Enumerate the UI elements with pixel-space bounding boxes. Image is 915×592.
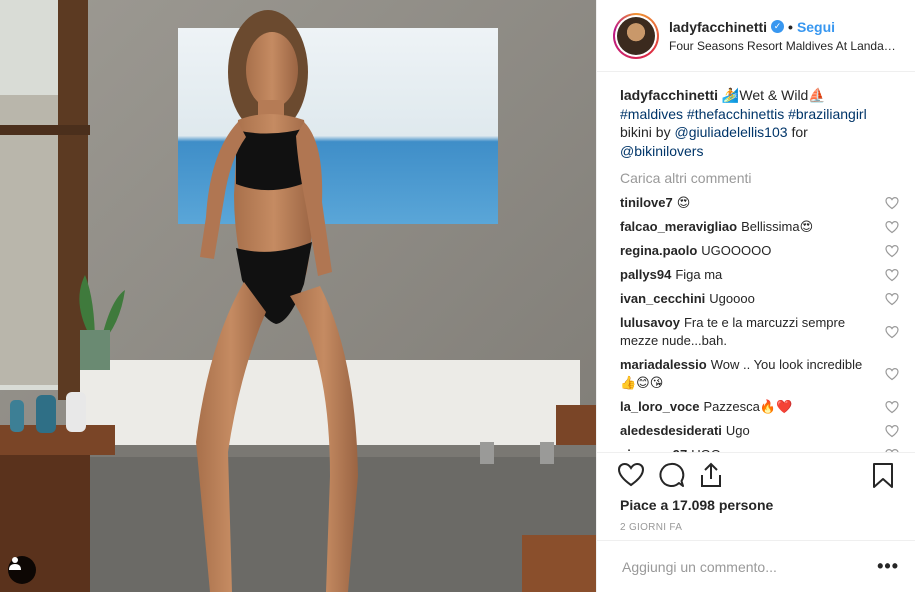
load-more-comments-button[interactable]: Carica altri commenti: [620, 170, 899, 186]
comment-item: lulusavoy Fra te e la marcuzzi sempre mez…: [620, 314, 899, 350]
comment-item: regina.paolo UGOOOOO: [620, 242, 899, 260]
author-username[interactable]: ladyfacchinetti: [669, 19, 767, 35]
instagram-post-modal: ladyfacchinetti ✓ • Segui Four Seasons R…: [0, 0, 915, 592]
verified-badge-icon: ✓: [771, 20, 785, 33]
caption-username[interactable]: ladyfacchinetti: [620, 87, 718, 103]
comment-item: pallys94 Figa ma: [620, 266, 899, 284]
comment-username[interactable]: ivan_cecchini: [620, 291, 705, 306]
avatar: [617, 16, 655, 55]
follow-button[interactable]: Segui: [797, 19, 835, 35]
heart-icon[interactable]: [617, 461, 645, 489]
comment-like-heart-icon[interactable]: [885, 367, 899, 381]
share-icon[interactable]: [697, 461, 725, 489]
comment-text: Bellissima😍: [741, 219, 814, 234]
comment-like-heart-icon[interactable]: [885, 220, 899, 234]
location-link[interactable]: Four Seasons Resort Maldives At Landaa G…: [669, 39, 899, 53]
comment-text: Ugo: [725, 423, 750, 438]
comment-like-heart-icon[interactable]: [885, 268, 899, 282]
comment-username[interactable]: tinilove7: [620, 195, 673, 210]
add-comment-bar: •••: [597, 540, 915, 592]
comment-like-heart-icon[interactable]: [885, 244, 899, 258]
post-header: ladyfacchinetti ✓ • Segui Four Seasons R…: [597, 0, 915, 72]
action-bar: [597, 452, 915, 497]
post-caption: ladyfacchinetti 🏄Wet & Wild⛵ #maldives #…: [620, 86, 899, 160]
caption-emoji-sailboat: ⛵: [808, 87, 826, 103]
comment-item: tinilove7 😍: [620, 194, 899, 212]
avatar-story-ring[interactable]: [613, 12, 659, 59]
comment-like-heart-icon[interactable]: [885, 196, 899, 210]
post-photo[interactable]: [0, 0, 596, 592]
caption-text: Wet & Wild: [739, 87, 809, 103]
comment-username[interactable]: mariadalessio: [620, 357, 707, 372]
avatar-border: [615, 14, 657, 57]
hashtag-link[interactable]: #braziliangirl: [788, 106, 867, 122]
comment-icon[interactable]: [657, 461, 685, 489]
caption-text: for: [791, 124, 808, 140]
caption-text: bikini by: [620, 124, 671, 140]
comment-like-heart-icon[interactable]: [885, 400, 899, 414]
header-line: ladyfacchinetti ✓ • Segui: [669, 19, 899, 35]
comments-container: tinilove7 😍 falcao_meravigliao Bellissima😍 r…: [620, 194, 899, 452]
user-tag-icon: [9, 557, 21, 570]
comments-list[interactable]: ladyfacchinetti 🏄Wet & Wild⛵ #maldives #…: [597, 72, 915, 452]
bookmark-icon[interactable]: [869, 461, 897, 489]
comment-text: Ugoooo: [709, 291, 755, 306]
comment-like-heart-icon[interactable]: [885, 292, 899, 306]
comment-username[interactable]: regina.paolo: [620, 243, 697, 258]
mention-link[interactable]: @bikinilovers: [620, 143, 703, 159]
mention-link[interactable]: @giuliadelellis103: [674, 124, 787, 140]
comment-item: ivan_cecchini Ugoooo: [620, 290, 899, 308]
caption-emoji-surfer: 🏄: [721, 87, 740, 103]
comment-username[interactable]: aledesdesiderati: [620, 423, 722, 438]
comment-username[interactable]: falcao_meravigliao: [620, 219, 737, 234]
comment-text: 😍: [676, 195, 691, 210]
comment-item: aledesdesiderati Ugo: [620, 422, 899, 440]
comment-text: UGOOOOO: [701, 243, 772, 258]
comment-like-heart-icon[interactable]: [885, 424, 899, 438]
comment-item: falcao_meravigliao Bellissima😍: [620, 218, 899, 236]
post-side-panel: ladyfacchinetti ✓ • Segui Four Seasons R…: [596, 0, 915, 592]
comment-username[interactable]: lulusavoy: [620, 315, 680, 330]
more-options-button[interactable]: •••: [877, 556, 899, 577]
comment-like-heart-icon[interactable]: [885, 325, 899, 339]
likes-count[interactable]: Piace a 17.098 persone: [620, 497, 773, 513]
comment-text: Pazzesca🔥❤️: [703, 399, 793, 414]
user-tag-button[interactable]: [8, 556, 36, 584]
comment-username[interactable]: pallys94: [620, 267, 671, 282]
comment-text: Figa ma: [675, 267, 723, 282]
hashtag-link[interactable]: #thefacchinettis: [687, 106, 784, 122]
comment-item: la_loro_voce Pazzesca🔥❤️: [620, 398, 899, 416]
photo-image: [0, 0, 596, 592]
header-text: ladyfacchinetti ✓ • Segui Four Seasons R…: [669, 19, 899, 53]
post-timestamp[interactable]: 2 GIORNI FA: [620, 522, 682, 533]
comment-username[interactable]: la_loro_voce: [620, 399, 700, 414]
hashtag-link[interactable]: #maldives: [620, 106, 683, 122]
separator-dot: •: [788, 18, 793, 35]
comment-item: mariadalessio Wow .. You look incredible …: [620, 356, 899, 392]
comment-input[interactable]: [620, 557, 878, 576]
